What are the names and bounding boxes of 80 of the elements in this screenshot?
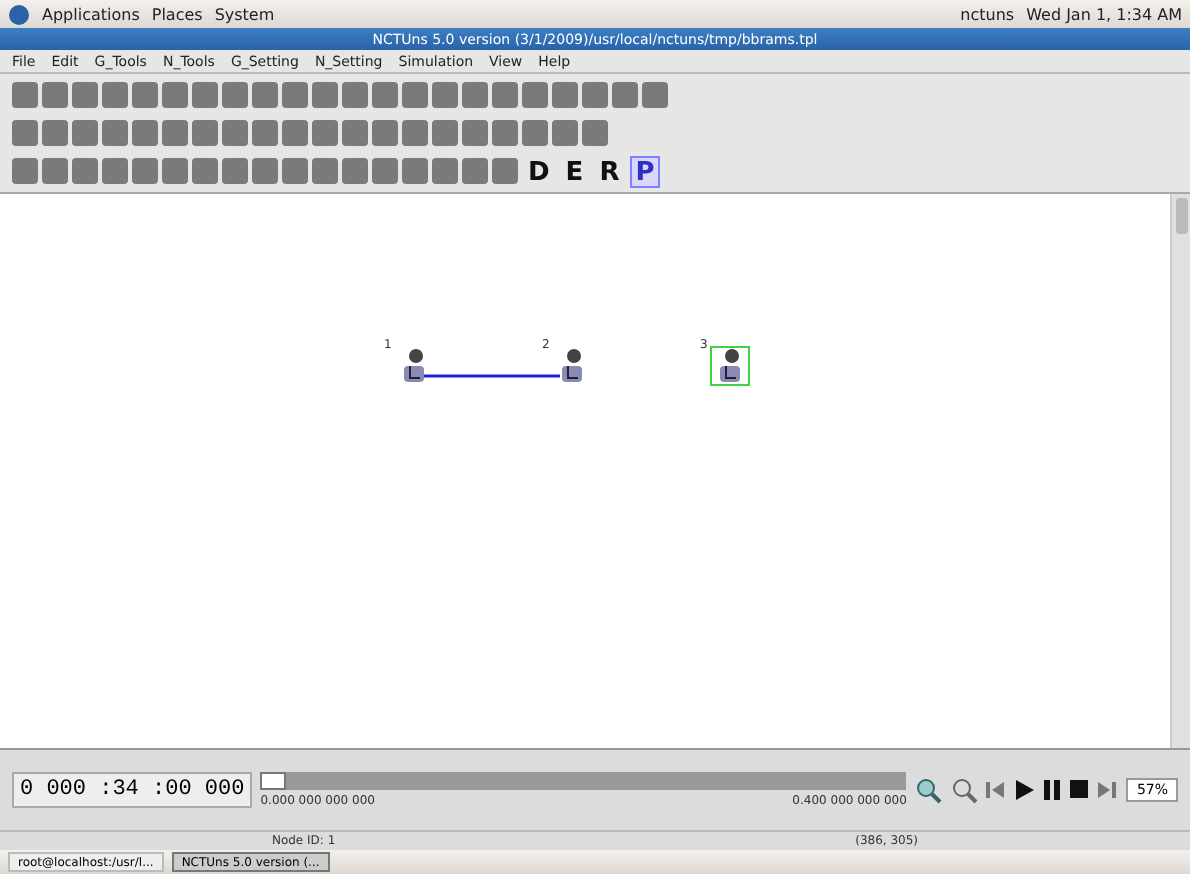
- tool-icon[interactable]: [252, 82, 278, 108]
- tool-icon[interactable]: [462, 158, 488, 184]
- simulation-clock: 0 000 :34 :00 000: [12, 772, 253, 808]
- tool-icon[interactable]: [522, 120, 548, 146]
- tool-icon[interactable]: [132, 158, 158, 184]
- tool-icon[interactable]: [162, 158, 188, 184]
- tool-icon[interactable]: [582, 120, 608, 146]
- panel-menu[interactable]: System: [214, 5, 275, 23]
- tool-icon[interactable]: [612, 82, 638, 108]
- tool-icon[interactable]: [12, 158, 38, 184]
- tool-icon[interactable]: [342, 82, 368, 108]
- host-icon: [558, 348, 586, 384]
- tool-icon[interactable]: [432, 158, 458, 184]
- tool-icon[interactable]: [132, 120, 158, 146]
- tool-icon[interactable]: [102, 82, 128, 108]
- tool-icon[interactable]: [492, 82, 518, 108]
- zoom-out-icon[interactable]: [950, 774, 979, 806]
- tool-icon[interactable]: [12, 120, 38, 146]
- tool-icon[interactable]: [72, 158, 98, 184]
- tool-icon[interactable]: [492, 120, 518, 146]
- tool-icon[interactable]: [192, 82, 218, 108]
- host-icon: [716, 348, 744, 384]
- tool-icon[interactable]: [282, 158, 308, 184]
- mode-button[interactable]: E: [559, 155, 590, 187]
- panel-menu[interactable]: Applications: [42, 5, 140, 23]
- user-name: nctuns: [960, 5, 1015, 23]
- tool-icon[interactable]: [312, 158, 338, 184]
- tool-icon[interactable]: [12, 82, 38, 108]
- tool-icon[interactable]: [72, 120, 98, 146]
- tool-icon[interactable]: [522, 82, 548, 108]
- zoom-in-icon[interactable]: [914, 774, 943, 806]
- tool-icon[interactable]: [222, 82, 248, 108]
- panel-clock[interactable]: Wed Jan 1, 1:34 AM: [1026, 5, 1182, 23]
- play-icon[interactable]: [1014, 774, 1035, 806]
- tool-icon[interactable]: [312, 120, 338, 146]
- mode-button[interactable]: P: [629, 155, 661, 187]
- tool-icon[interactable]: [162, 82, 188, 108]
- tool-icon[interactable]: [372, 120, 398, 146]
- tool-icon[interactable]: [402, 158, 428, 184]
- foot-logo-icon: [8, 3, 30, 25]
- tool-icon[interactable]: [402, 120, 428, 146]
- tool-icon[interactable]: [462, 82, 488, 108]
- link-line: [420, 372, 560, 380]
- panel-menu[interactable]: Places: [151, 5, 203, 23]
- tool-icon[interactable]: [192, 158, 218, 184]
- tool-icon[interactable]: [42, 82, 68, 108]
- tool-icon[interactable]: [282, 120, 308, 146]
- tool-icon[interactable]: [342, 120, 368, 146]
- tool-icon[interactable]: [312, 82, 338, 108]
- tool-icon[interactable]: [282, 82, 308, 108]
- tool-icon[interactable]: [42, 158, 68, 184]
- pause-icon[interactable]: [1042, 774, 1063, 806]
- tool-icon[interactable]: [102, 158, 128, 184]
- tool-icon[interactable]: [222, 158, 248, 184]
- tool-icon[interactable]: [372, 158, 398, 184]
- tool-icon[interactable]: [252, 120, 278, 146]
- scrollbar-thumb[interactable]: [1175, 198, 1187, 234]
- tool-icon[interactable]: [372, 82, 398, 108]
- tool-icon[interactable]: [162, 120, 188, 146]
- tool-icon[interactable]: [222, 120, 248, 146]
- tool-icon[interactable]: [402, 82, 428, 108]
- mode-button[interactable]: D: [522, 155, 556, 187]
- tool-icon[interactable]: [432, 120, 458, 146]
- tool-icon[interactable]: [492, 158, 518, 184]
- tool-icon[interactable]: [102, 120, 128, 146]
- tool-icon[interactable]: [642, 82, 668, 108]
- tool-icon[interactable]: [582, 82, 608, 108]
- tool-icon[interactable]: [72, 82, 98, 108]
- tool-icon[interactable]: [192, 120, 218, 146]
- tool-icon[interactable]: [432, 82, 458, 108]
- tool-icon[interactable]: [42, 120, 68, 146]
- tool-icon[interactable]: [132, 82, 158, 108]
- tool-icon[interactable]: [552, 82, 578, 108]
- tool-icon[interactable]: [252, 158, 278, 184]
- mode-button[interactable]: R: [593, 155, 626, 187]
- tool-icon[interactable]: [552, 120, 578, 146]
- tool-icon[interactable]: [462, 120, 488, 146]
- time-slider[interactable]: [260, 772, 907, 790]
- tool-icon[interactable]: [342, 158, 368, 184]
- host-icon: [400, 348, 428, 384]
